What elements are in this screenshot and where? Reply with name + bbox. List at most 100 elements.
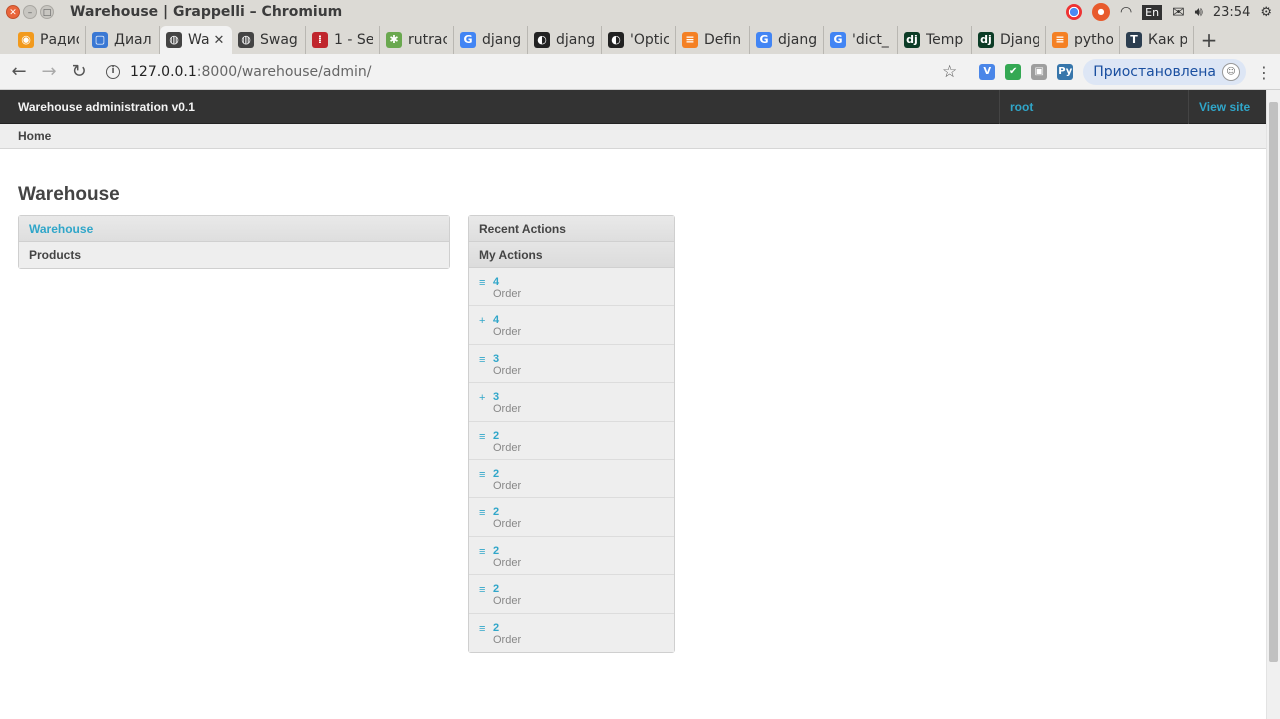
django-icon: dj	[904, 32, 920, 48]
volume-icon[interactable]: 🔊︎	[1195, 5, 1203, 20]
browser-tab[interactable]: ◍ Wa ✕	[160, 26, 232, 54]
page-scrollbar[interactable]	[1266, 90, 1280, 719]
recent-action-object-link[interactable]: 2	[493, 583, 499, 595]
close-tab-icon[interactable]: ✕	[214, 33, 225, 48]
close-window-icon[interactable]: ✕	[6, 5, 20, 19]
chat-icon: ▢	[92, 32, 108, 48]
recent-action-item: ≡ 2 Order	[469, 421, 674, 460]
keyboard-layout-indicator[interactable]: En	[1142, 4, 1163, 20]
view-site-link[interactable]: View site	[1199, 100, 1250, 114]
browser-tab[interactable]: Gdjang	[750, 26, 824, 54]
django-icon: dj	[978, 32, 994, 48]
change-action-icon: ≡	[479, 584, 486, 597]
radio-icon: ◉	[18, 32, 34, 48]
browser-tab[interactable]: T Как р	[1120, 26, 1194, 54]
clock[interactable]: 23:54	[1213, 5, 1250, 20]
browser-menu-icon[interactable]: ⋮	[1256, 63, 1272, 82]
extension-page-icon[interactable]: ▣	[1031, 64, 1048, 80]
recent-action-object-link[interactable]: 3	[493, 353, 499, 365]
new-tab-icon[interactable]: +	[1194, 26, 1224, 54]
recent-action-object-link[interactable]: 2	[493, 430, 499, 442]
forward-arrow-icon[interactable]: →	[34, 61, 64, 82]
back-arrow-icon[interactable]: ←	[4, 61, 34, 82]
profile-paused-button[interactable]: Приостановлена ☺	[1083, 59, 1246, 85]
mail-icon[interactable]: ✉	[1172, 3, 1185, 21]
tab-label: rutrac	[408, 32, 447, 48]
recent-action-object-link[interactable]: 2	[493, 545, 499, 557]
tab-label: Swag	[260, 32, 298, 48]
recent-action-object-link[interactable]: 2	[493, 622, 499, 634]
browser-tab[interactable]: dj Djang	[972, 26, 1046, 54]
url-host: 127.0.0.1	[130, 63, 197, 80]
extension-shield-icon[interactable]: ✔	[1005, 64, 1022, 80]
chromium-tray-icon[interactable]	[1065, 4, 1082, 20]
scrollbar-thumb[interactable]	[1269, 102, 1278, 662]
recent-action-model: Order	[493, 326, 522, 339]
browser-tab[interactable]: dj Temp	[898, 26, 972, 54]
app-link-warehouse[interactable]: Warehouse	[19, 216, 449, 242]
recent-action-object-link[interactable]: 3	[493, 391, 499, 403]
breadcrumb-home[interactable]: Home	[18, 129, 51, 143]
address-bar[interactable]: i 127.0.0.1:8000/warehouse/admin/	[106, 58, 906, 86]
user-menu-link[interactable]: root	[1010, 100, 1033, 114]
add-action-icon: +	[479, 392, 486, 405]
recent-action-item: ≡ 4 Order	[469, 268, 674, 307]
browser-tab[interactable]: ◐ djang	[528, 26, 602, 54]
app-module-warehouse: Warehouse Products	[18, 215, 450, 269]
avatar: ☺	[1222, 63, 1240, 81]
browser-tab[interactable]: ◉ Радио	[12, 26, 86, 54]
browser-tab[interactable]: ◐ 'Optic	[602, 26, 676, 54]
github-icon: ◐	[608, 32, 624, 48]
recent-action-object-link[interactable]: 4	[493, 314, 499, 326]
notification-tray-icon[interactable]: ●	[1091, 3, 1110, 21]
recent-action-model: Order	[493, 595, 522, 608]
globe-icon: ◍	[238, 32, 254, 48]
tab-label: djang	[482, 32, 521, 48]
window-controls: ✕ – □	[6, 5, 54, 19]
my-actions-title: My Actions	[469, 242, 674, 268]
minimize-window-icon[interactable]: –	[23, 5, 37, 19]
browser-tab[interactable]: ≡ pytho	[1046, 26, 1120, 54]
system-tray: ● ◠ En ✉ 🔊︎ 23:54 ⚙	[1065, 0, 1272, 24]
browser-tab[interactable]: ✱ rutrac	[380, 26, 454, 54]
browser-tab[interactable]: ⁞ 1 - Ser	[306, 26, 380, 54]
tab-label: Диал	[114, 32, 152, 48]
tab-label: Wa	[188, 32, 210, 48]
settings-gear-icon[interactable]: ⚙	[1260, 5, 1272, 20]
bookmark-star-icon[interactable]: ☆	[942, 62, 957, 82]
tab-label: Djang	[1000, 32, 1039, 48]
github-icon: ◐	[534, 32, 550, 48]
recent-action-object-link[interactable]: 2	[493, 506, 499, 518]
wifi-icon[interactable]: ◠	[1120, 4, 1132, 20]
browser-tab[interactable]: ▢ Диал	[86, 26, 160, 54]
recent-actions-module: Recent Actions My Actions ≡ 4 Order +4 Order…	[468, 215, 675, 653]
tab-label: 1 - Ser	[334, 32, 373, 48]
recent-action-model: Order	[493, 518, 522, 531]
browser-tab[interactable]: ◍ Swag	[232, 26, 306, 54]
tab-label: djang	[778, 32, 817, 48]
browser-tab[interactable]: G 'dict_	[824, 26, 898, 54]
change-action-icon: ≡	[479, 430, 486, 443]
recent-action-object-link[interactable]: 2	[493, 468, 499, 480]
recent-action-item: ≡ 2 Order	[469, 498, 674, 537]
browser-tab[interactable]: ≡ Defin	[676, 26, 750, 54]
add-action-icon: +	[479, 315, 486, 328]
model-link[interactable]: Products	[19, 242, 449, 268]
tab-label: 'dict_	[852, 32, 889, 48]
recent-action-model: Order	[493, 556, 522, 569]
extension-v-icon[interactable]: V	[979, 64, 996, 80]
tab-label: Радио	[40, 32, 79, 48]
admin-brand: Warehouse administration v0.1	[18, 99, 195, 114]
recent-action-model: Order	[493, 288, 522, 300]
recent-action-object-link[interactable]: 4	[493, 276, 499, 288]
recent-action-model: Order	[493, 479, 522, 492]
browser-tab[interactable]: Gdjang	[454, 26, 528, 54]
extension-python-icon[interactable]: Py	[1057, 64, 1074, 80]
reload-icon[interactable]: ↻	[64, 61, 94, 82]
page-viewport: Warehouse administration v0.1 root View …	[0, 90, 1266, 719]
tab-label: 'Optic	[630, 32, 669, 48]
site-info-icon[interactable]: i	[106, 64, 120, 79]
maximize-window-icon[interactable]: □	[40, 5, 54, 19]
recent-action-item: ≡ 2 Order	[469, 459, 674, 499]
recent-actions-title: Recent Actions	[469, 216, 674, 242]
